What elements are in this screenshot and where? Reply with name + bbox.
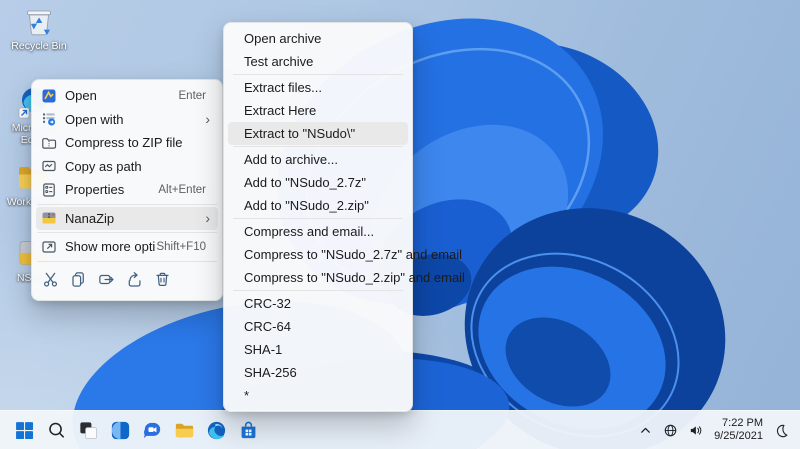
delete-button[interactable] <box>148 266 176 294</box>
copy-button[interactable] <box>64 266 92 294</box>
volume-icon <box>688 423 703 438</box>
rename-button[interactable] <box>92 266 120 294</box>
clock-time: 7:22 PM <box>722 417 763 429</box>
start-icon <box>13 419 36 442</box>
submenu-item-extract-files[interactable]: Extract files... <box>228 76 408 99</box>
submenu-item-crc-32[interactable]: CRC-32 <box>228 292 408 315</box>
submenu-item-add-to-nsudo-2-7z[interactable]: Add to "NSudo_2.7z" <box>228 171 408 194</box>
submenu-item-sha-1[interactable]: SHA-1 <box>228 338 408 361</box>
store-icon <box>237 419 260 442</box>
menu-separator <box>233 146 403 147</box>
menu-separator <box>233 290 403 291</box>
taskbar-chat-button[interactable] <box>138 416 167 445</box>
open-with-icon <box>41 111 57 127</box>
menu-item-label: Copy as path <box>65 158 142 174</box>
windows-desktop: Recycle BinMicrosoft EdgeWorkspaceNSudo … <box>0 0 800 449</box>
nanazip-submenu: Open archive Test archive Extract files...… <box>223 22 465 412</box>
submenu-item-add-to-nsudo-2-zip[interactable]: Add to "NSudo_2.zip" <box>228 194 408 217</box>
submenu-item-compress-to-nsudo-2-zip-and-email[interactable]: Compress to "NSudo_2.zip" and email <box>228 266 465 289</box>
network-button[interactable] <box>660 417 681 443</box>
widgets-icon <box>109 419 132 442</box>
taskbar-start-button[interactable] <box>10 416 39 445</box>
context-menu-item-compress-to-zip[interactable]: Compress to ZIP file <box>36 131 218 155</box>
context-menu-item-show-more-options[interactable]: Show more optionsShift+F10 <box>36 235 218 259</box>
network-globe-icon <box>663 423 678 438</box>
menu-item-shortcut: Enter <box>178 89 207 102</box>
rename-icon <box>97 270 116 289</box>
context-menu: Open Enter Open with › Compress to ZIP file C… <box>31 79 223 301</box>
file-explorer-icon <box>173 419 196 442</box>
share-icon <box>125 270 144 289</box>
search-icon <box>45 419 68 442</box>
open-app-icon <box>41 88 57 104</box>
menu-item-label: Compress to ZIP file <box>65 135 183 151</box>
context-menu-item-copy-as-path[interactable]: Copy as path <box>36 155 218 179</box>
context-menu-item-open[interactable]: Open Enter <box>36 84 218 108</box>
desktop-icon-label: Recycle Bin <box>11 40 67 52</box>
menu-separator <box>233 74 403 75</box>
submenu-item-compress-and-email[interactable]: Compress and email... <box>228 220 408 243</box>
taskbar-app-buttons <box>10 416 263 445</box>
menu-item-label: Open with <box>65 111 124 127</box>
properties-icon <box>41 182 57 198</box>
menu-item-label: Properties <box>65 182 125 198</box>
submenu-item-test-archive[interactable]: Test archive <box>228 50 408 73</box>
submenu-item-crc-64[interactable]: CRC-64 <box>228 315 408 338</box>
desktop-icon-recycle-bin[interactable]: Recycle Bin <box>8 4 70 52</box>
chevron-right-icon: › <box>205 111 210 128</box>
submenu-item-compress-to-nsudo-2-7z-and-email[interactable]: Compress to "NSudo_2.7z" and email <box>228 243 462 266</box>
taskbar-search-button[interactable] <box>42 416 71 445</box>
quick-actions-row <box>36 264 218 296</box>
menu-separator <box>37 203 217 205</box>
recycle-bin-icon <box>22 4 56 38</box>
submenu-item-extract-here[interactable]: Extract Here <box>228 99 408 122</box>
submenu-item-add-to-archive[interactable]: Add to archive... <box>228 148 408 171</box>
menu-item-shortcut: Alt+Enter <box>158 183 206 196</box>
nanazip-icon <box>41 210 57 226</box>
copy-icon <box>69 270 88 289</box>
submenu-item-extract-to-nsudo[interactable]: Extract to "NSudo\" <box>228 122 408 145</box>
context-menu-item-nanazip[interactable]: NanaZip › <box>36 206 218 230</box>
taskbar-store-button[interactable] <box>234 416 263 445</box>
menu-item-label: Open <box>65 88 97 104</box>
volume-button[interactable] <box>685 417 706 443</box>
task-view-icon <box>77 419 100 442</box>
chat-icon <box>141 419 164 442</box>
system-tray: 7:22 PM 9/25/2021 <box>635 417 792 443</box>
copy-path-icon <box>41 158 57 174</box>
taskbar-task-view-button[interactable] <box>74 416 103 445</box>
zip-folder-icon <box>41 135 57 151</box>
tray-overflow-button[interactable] <box>635 417 656 443</box>
menu-separator <box>37 232 217 233</box>
focus-assist-button[interactable] <box>771 417 792 443</box>
menu-item-label: NanaZip <box>65 210 115 226</box>
submenu-item-sha-256[interactable]: SHA-256 <box>228 361 408 384</box>
delete-icon <box>153 270 172 289</box>
share-button[interactable] <box>120 266 148 294</box>
submenu-item-star[interactable]: * <box>228 384 408 407</box>
clock-date: 9/25/2021 <box>714 430 763 442</box>
cut-button[interactable] <box>36 266 64 294</box>
cut-icon <box>41 270 60 289</box>
menu-item-shortcut: Shift+F10 <box>156 240 206 253</box>
moon-icon <box>774 423 789 438</box>
taskbar-edge-button[interactable] <box>202 416 231 445</box>
chevron-right-icon: › <box>205 210 210 227</box>
clock[interactable]: 7:22 PM 9/25/2021 <box>710 417 767 443</box>
context-menu-item-open-with[interactable]: Open with › <box>36 108 218 132</box>
edge-icon <box>205 419 228 442</box>
menu-separator <box>37 260 217 262</box>
taskbar: 7:22 PM 9/25/2021 <box>0 410 800 449</box>
submenu-item-open-archive[interactable]: Open archive <box>228 27 408 50</box>
show-more-icon <box>41 239 57 255</box>
context-menu-item-properties[interactable]: Properties Alt+Enter <box>36 178 218 202</box>
taskbar-file-explorer-button[interactable] <box>170 416 199 445</box>
menu-separator <box>233 218 403 219</box>
chevron-up-icon <box>638 423 653 438</box>
taskbar-widgets-button[interactable] <box>106 416 135 445</box>
menu-item-label: Show more options <box>65 239 156 255</box>
